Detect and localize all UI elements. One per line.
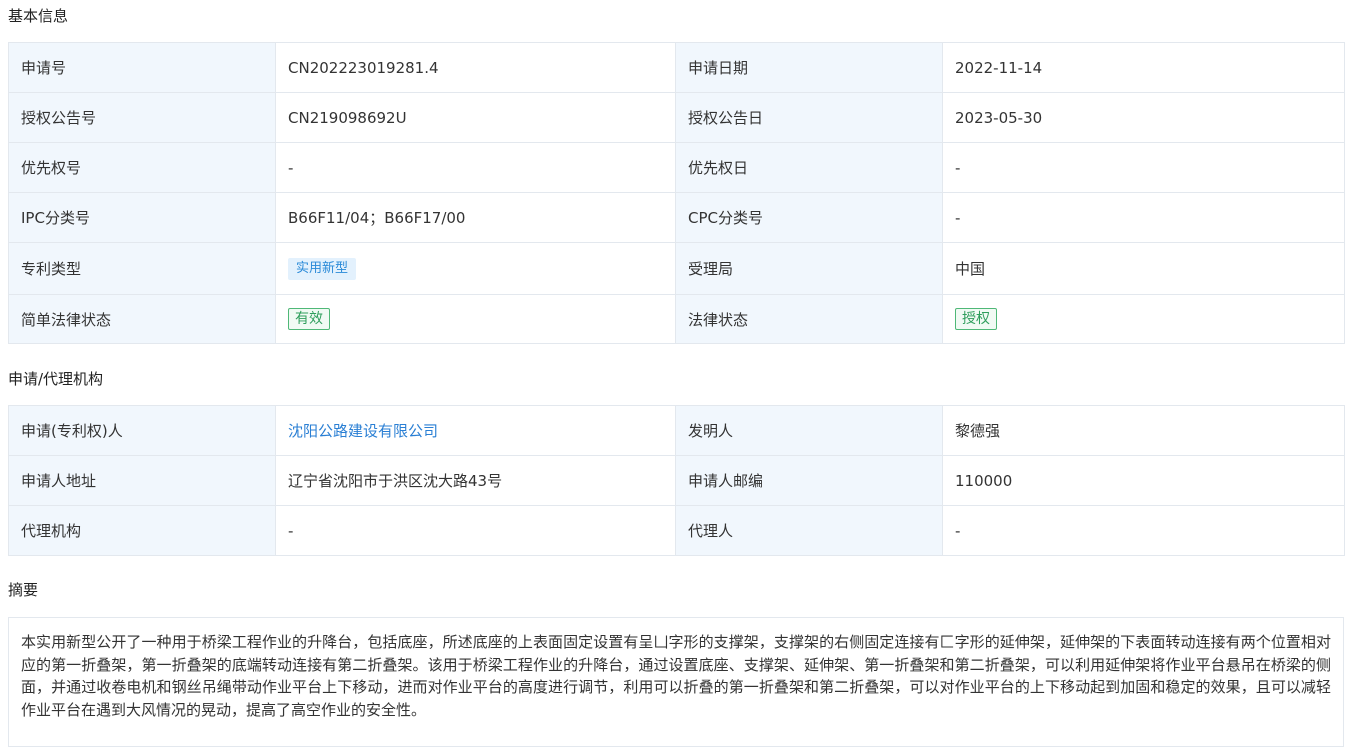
cpc-class-value: -	[942, 192, 1345, 243]
table-row: 简单法律状态 有效 法律状态 授权	[8, 294, 1345, 344]
cpc-class-label: CPC分类号	[675, 192, 943, 243]
table-row: 申请人地址 辽宁省沈阳市于洪区沈大路43号 申请人邮编 110000	[8, 455, 1345, 506]
ipc-class-label: IPC分类号	[8, 192, 276, 243]
grant-publication-number-value: CN219098692U	[275, 92, 676, 143]
patent-type-badge: 实用新型	[288, 257, 357, 280]
priority-date-value: -	[942, 142, 1345, 193]
table-row: IPC分类号 B66F11/04；B66F17/00 CPC分类号 -	[8, 192, 1345, 243]
legal-status-cell: 授权	[942, 294, 1345, 344]
priority-number-label: 优先权号	[8, 142, 276, 193]
applicant-cell: 沈阳公路建设有限公司	[275, 405, 676, 456]
applicant-postcode-label: 申请人邮编	[675, 455, 943, 506]
grant-publication-number-label: 授权公告号	[8, 92, 276, 143]
agency-value: -	[275, 505, 676, 556]
ipc-class-value: B66F11/04；B66F17/00	[275, 192, 676, 243]
table-row: 申请号 CN202223019281.4 申请日期 2022-11-14	[8, 42, 1345, 93]
agent-value: -	[942, 505, 1345, 556]
table-row: 优先权号 - 优先权日 -	[8, 142, 1345, 193]
table-row: 专利类型 实用新型 受理局 中国	[8, 242, 1345, 295]
simple-legal-status-badge: 有效	[288, 308, 330, 330]
inventor-label: 发明人	[675, 405, 943, 456]
receiving-office-label: 受理局	[675, 242, 943, 295]
applicant-address-value: 辽宁省沈阳市于洪区沈大路43号	[275, 455, 676, 506]
receiving-office-value: 中国	[942, 242, 1345, 295]
grant-publication-date-label: 授权公告日	[675, 92, 943, 143]
applicant-postcode-value: 110000	[942, 455, 1345, 506]
inventor-value: 黎德强	[942, 405, 1345, 456]
agency-info-table: 申请(专利权)人 沈阳公路建设有限公司 发明人 黎德强 申请人地址 辽宁省沈阳市…	[8, 405, 1345, 556]
agent-label: 代理人	[675, 505, 943, 556]
abstract-title: 摘要	[8, 581, 39, 599]
patent-type-cell: 实用新型	[275, 242, 676, 295]
application-number-value: CN202223019281.4	[275, 42, 676, 93]
legal-status-label: 法律状态	[675, 294, 943, 344]
agency-label: 代理机构	[8, 505, 276, 556]
agency-info-title: 申请/代理机构	[8, 370, 104, 388]
applicant-label: 申请(专利权)人	[8, 405, 276, 456]
patent-type-label: 专利类型	[8, 242, 276, 295]
table-row: 申请(专利权)人 沈阳公路建设有限公司 发明人 黎德强	[8, 405, 1345, 456]
basic-info-table: 申请号 CN202223019281.4 申请日期 2022-11-14 授权公…	[8, 42, 1345, 344]
priority-number-value: -	[275, 142, 676, 193]
simple-legal-status-cell: 有效	[275, 294, 676, 344]
basic-info-title: 基本信息	[8, 7, 69, 25]
application-number-label: 申请号	[8, 42, 276, 93]
application-date-value: 2022-11-14	[942, 42, 1345, 93]
priority-date-label: 优先权日	[675, 142, 943, 193]
grant-publication-date-value: 2023-05-30	[942, 92, 1345, 143]
applicant-link[interactable]: 沈阳公路建设有限公司	[288, 422, 438, 440]
application-date-label: 申请日期	[675, 42, 943, 93]
legal-status-badge: 授权	[955, 308, 997, 330]
table-row: 授权公告号 CN219098692U 授权公告日 2023-05-30	[8, 92, 1345, 143]
simple-legal-status-label: 简单法律状态	[8, 294, 276, 344]
table-row: 代理机构 - 代理人 -	[8, 505, 1345, 556]
applicant-address-label: 申请人地址	[8, 455, 276, 506]
abstract-text: 本实用新型公开了一种用于桥梁工程作业的升降台，包括底座，所述底座的上表面固定设置…	[8, 617, 1344, 747]
